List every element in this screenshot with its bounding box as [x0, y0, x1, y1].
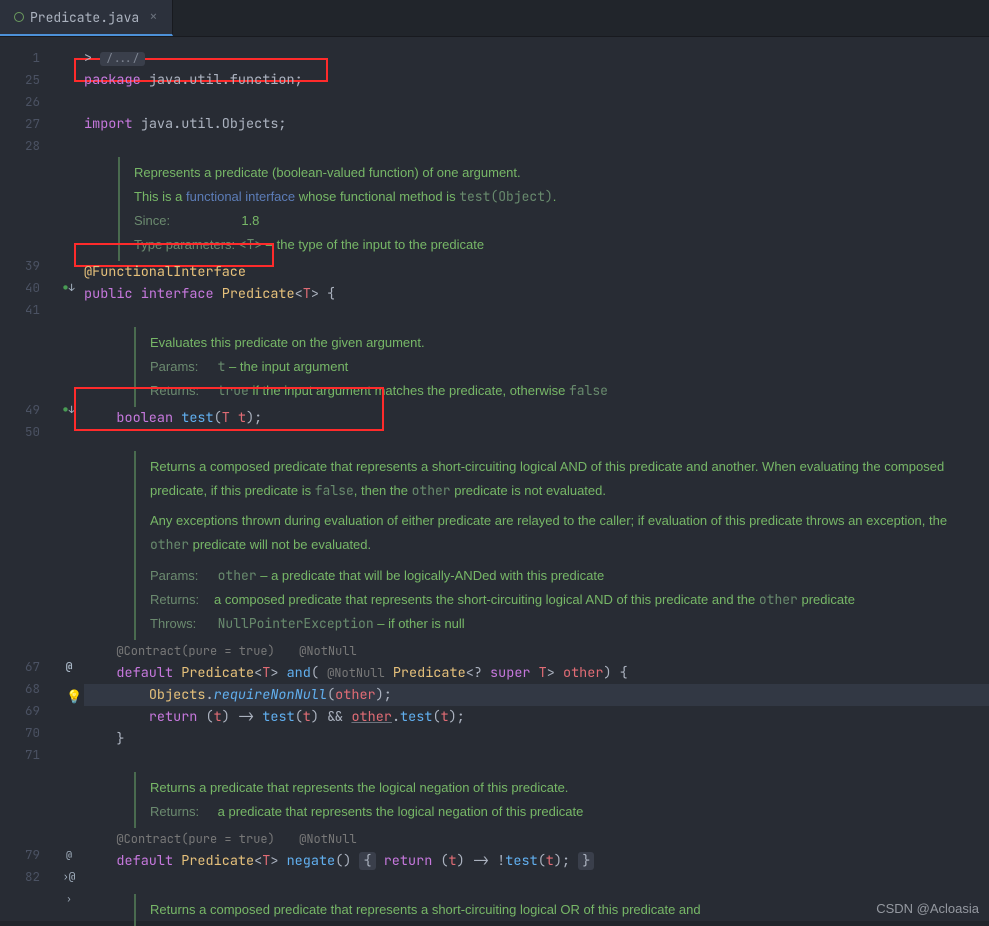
code-area[interactable]: > /.../ package java.util.function; impo… — [78, 37, 989, 921]
doc-return: Returns: true if the input argument matc… — [150, 379, 989, 403]
blank — [84, 305, 989, 327]
and-body-2: return (t) -> test(t) && other.test(t); — [84, 706, 989, 728]
doc-code-link[interactable]: test(Object) — [459, 188, 553, 205]
doc-param: Params: t – the input argument — [150, 355, 989, 379]
doc-return: Returns: a composed predicate that repre… — [150, 588, 954, 612]
blank — [84, 429, 989, 451]
tab-filename: Predicate.java — [30, 9, 139, 26]
interface-icon — [14, 12, 24, 22]
doc-text: Evaluates this predicate on the given ar… — [150, 331, 989, 355]
negate-javadoc: Returns a predicate that represents the … — [134, 772, 989, 828]
and-signature: default Predicate<T> and( @NotNull Predi… — [84, 662, 989, 684]
test-method: boolean test(T t); — [84, 407, 989, 429]
annotation-line: @FunctionalInterface — [84, 261, 989, 283]
doc-typeparam: Type parameters: <T> – the type of the i… — [134, 233, 989, 257]
gutter-marks: @ › — [60, 37, 78, 921]
import-line: import java.util.Objects; — [84, 113, 989, 135]
or-javadoc: Returns a composed predicate that repres… — [134, 894, 954, 926]
and-close: } — [84, 728, 989, 750]
lightbulb-icon[interactable]: 💡 — [66, 686, 82, 708]
doc-param: Params: other – a predicate that will be… — [150, 564, 954, 588]
doc-text: Returns a predicate that represents the … — [150, 776, 989, 800]
contract-anno-2: @Contract(pure = true) @NotNull — [84, 828, 989, 850]
package-line: package java.util.function; — [84, 69, 989, 91]
doc-text: Any exceptions thrown during evaluation … — [150, 509, 954, 557]
fold-line[interactable]: > /.../ — [84, 47, 989, 69]
blank — [84, 91, 989, 113]
doc-exc-link[interactable]: NullPointerException — [218, 615, 374, 632]
close-icon[interactable]: × — [149, 8, 157, 26]
doc-return: Returns: a predicate that represents the… — [150, 800, 989, 824]
watermark: CSDN @Acloasia — [876, 901, 979, 916]
doc-link[interactable]: functional interface — [186, 189, 295, 204]
editor[interactable]: 125262728394041495067686970717982 @ › > … — [0, 37, 989, 921]
blank — [84, 750, 989, 772]
line-numbers: 125262728394041495067686970717982 — [0, 37, 60, 921]
doc-since: Since: 1.8 — [134, 209, 989, 233]
negate-method: default Predicate<T> negate() { return (… — [84, 850, 989, 872]
contract-anno: @Contract(pure = true) @NotNull — [84, 640, 989, 662]
doc-text: This is a functional interface whose fun… — [134, 185, 989, 209]
tab-bar: Predicate.java × — [0, 0, 989, 37]
class-signature: public interface Predicate<T> { — [84, 283, 989, 305]
and-body-1: 💡 Objects.requireNonNull(other); — [84, 684, 989, 706]
tab-predicate[interactable]: Predicate.java × — [0, 0, 173, 36]
doc-text: Represents a predicate (boolean-valued f… — [134, 161, 989, 185]
doc-throws: Throws: NullPointerException – if other … — [150, 612, 954, 636]
and-javadoc: Returns a composed predicate that repres… — [134, 451, 954, 639]
blank — [84, 872, 989, 894]
doc-text: Returns a composed predicate that repres… — [150, 898, 954, 922]
class-javadoc: Represents a predicate (boolean-valued f… — [118, 157, 989, 261]
doc-text: Returns a composed predicate that repres… — [150, 455, 954, 503]
blank — [84, 135, 989, 157]
test-javadoc: Evaluates this predicate on the given ar… — [134, 327, 989, 407]
